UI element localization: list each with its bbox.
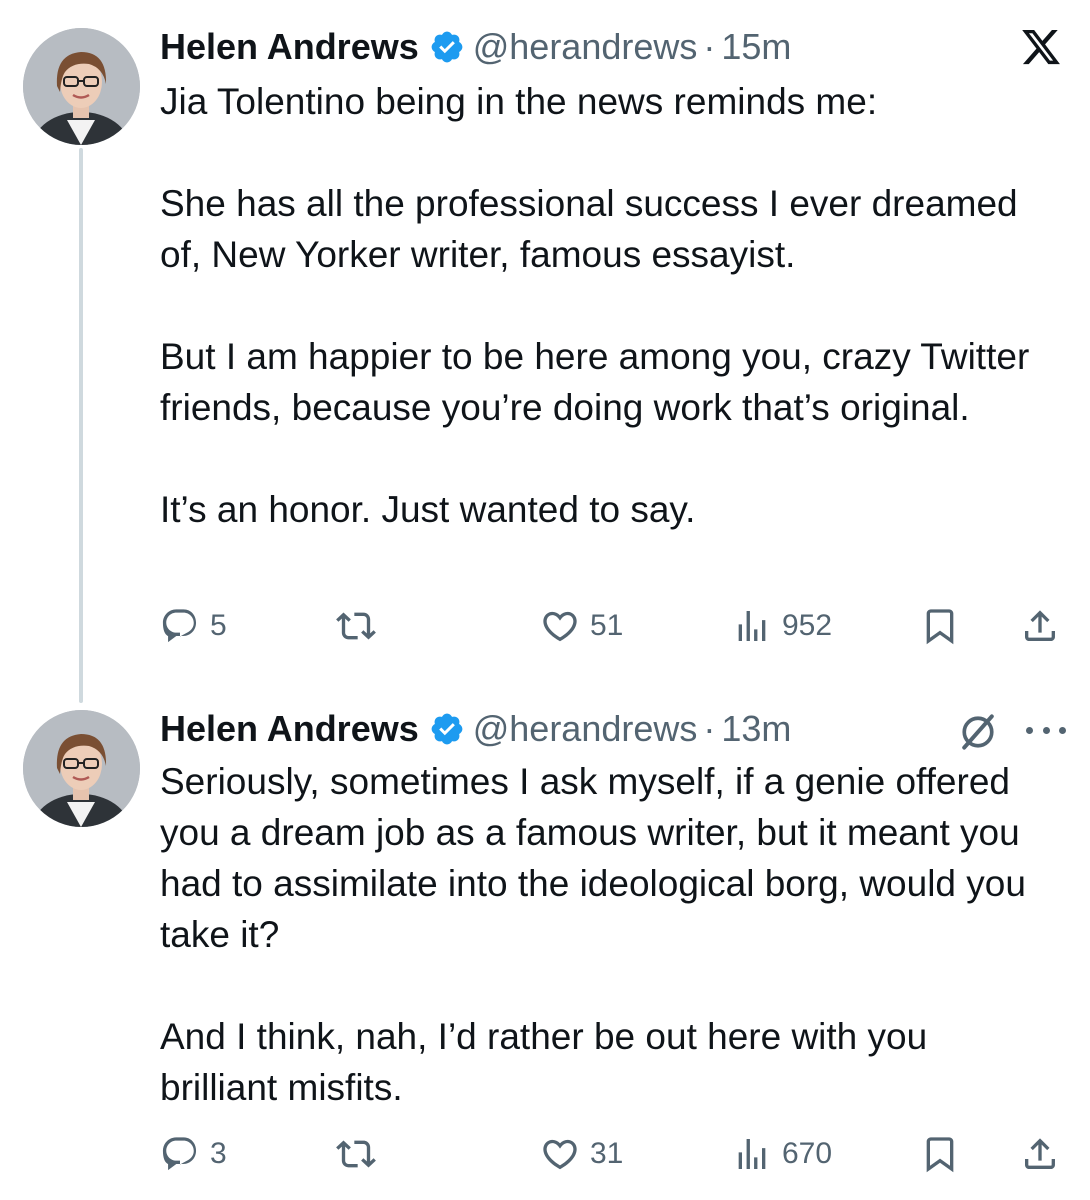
bookmark-icon bbox=[926, 609, 954, 645]
more-options-icon[interactable] bbox=[1026, 712, 1066, 748]
reply-button[interactable]: 5 bbox=[160, 602, 227, 650]
tweet-paragraph: It’s an honor. Just wanted to say. bbox=[160, 489, 696, 530]
bookmark-icon bbox=[926, 1137, 954, 1173]
reply-count: 3 bbox=[210, 1137, 227, 1170]
views-icon bbox=[738, 611, 766, 641]
like-button[interactable]: 31 bbox=[540, 1130, 623, 1178]
share-button[interactable] bbox=[1020, 602, 1060, 650]
tweet-paragraph: She has all the professional success I e… bbox=[160, 183, 1018, 275]
heart-icon bbox=[543, 1139, 577, 1170]
like-count: 51 bbox=[590, 609, 624, 642]
retweet-icon bbox=[336, 612, 376, 640]
header-separator: · bbox=[703, 708, 716, 749]
tweet-actions: 5 51 952 bbox=[160, 602, 1065, 650]
reply-count: 5 bbox=[210, 609, 227, 642]
author-name[interactable]: Helen Andrews bbox=[160, 26, 419, 68]
tweet-paragraph: But I am happier to be here among you, c… bbox=[160, 336, 1030, 428]
avatar-image bbox=[23, 28, 140, 145]
views-icon bbox=[738, 1139, 766, 1169]
verified-badge-icon bbox=[429, 711, 465, 747]
like-count: 31 bbox=[590, 1137, 624, 1170]
tweet-paragraph: Jia Tolentino being in the news reminds … bbox=[160, 81, 878, 122]
heart-icon bbox=[543, 611, 577, 642]
tweet-actions: 3 31 670 bbox=[160, 1130, 1065, 1178]
header-separator: · bbox=[703, 26, 716, 67]
like-button[interactable]: 51 bbox=[540, 602, 623, 650]
bookmark-button[interactable] bbox=[920, 1130, 960, 1178]
retweet-button[interactable] bbox=[336, 1130, 376, 1178]
avatar-image bbox=[23, 710, 140, 827]
tweet-paragraph: And I think, nah, I’d rather be out here… bbox=[160, 1016, 928, 1108]
reply-icon bbox=[162, 1137, 197, 1171]
share-button[interactable] bbox=[1020, 1130, 1060, 1178]
tweet-paragraph: Seriously, sometimes I ask myself, if a … bbox=[160, 761, 1026, 955]
tweet-header: Helen Andrews @herandrews · 15m bbox=[160, 22, 791, 72]
author-handle[interactable]: @herandrews bbox=[473, 708, 698, 750]
views-button[interactable]: 670 bbox=[732, 1130, 832, 1178]
avatar[interactable] bbox=[23, 28, 140, 145]
avatar[interactable] bbox=[23, 710, 140, 827]
tweet-header: Helen Andrews @herandrews · 13m bbox=[160, 704, 791, 754]
tweet[interactable]: Helen Andrews @herandrews · 13m Seriousl… bbox=[0, 690, 1090, 1200]
views-count: 952 bbox=[782, 609, 833, 642]
tweet-text: Seriously, sometimes I ask myself, if a … bbox=[160, 756, 1060, 1113]
reply-button[interactable]: 3 bbox=[160, 1130, 227, 1178]
timestamp[interactable]: 13m bbox=[721, 708, 791, 750]
verified-badge-icon bbox=[429, 29, 465, 65]
share-icon bbox=[1025, 1138, 1055, 1169]
views-button[interactable]: 952 bbox=[732, 602, 832, 650]
tweet[interactable]: Helen Andrews @herandrews · 15m Jia Tole… bbox=[0, 0, 1090, 680]
tweet-text: Jia Tolentino being in the news reminds … bbox=[160, 76, 1060, 535]
retweet-icon bbox=[336, 1140, 376, 1168]
grok-icon[interactable] bbox=[956, 710, 1000, 754]
x-logo-icon[interactable] bbox=[1020, 26, 1062, 68]
author-name[interactable]: Helen Andrews bbox=[160, 708, 419, 750]
reply-icon bbox=[162, 609, 197, 643]
author-handle[interactable]: @herandrews bbox=[473, 26, 698, 68]
bookmark-button[interactable] bbox=[920, 602, 960, 650]
share-icon bbox=[1025, 610, 1055, 641]
timestamp[interactable]: 15m bbox=[721, 26, 791, 68]
views-count: 670 bbox=[782, 1137, 833, 1170]
retweet-button[interactable] bbox=[336, 602, 376, 650]
